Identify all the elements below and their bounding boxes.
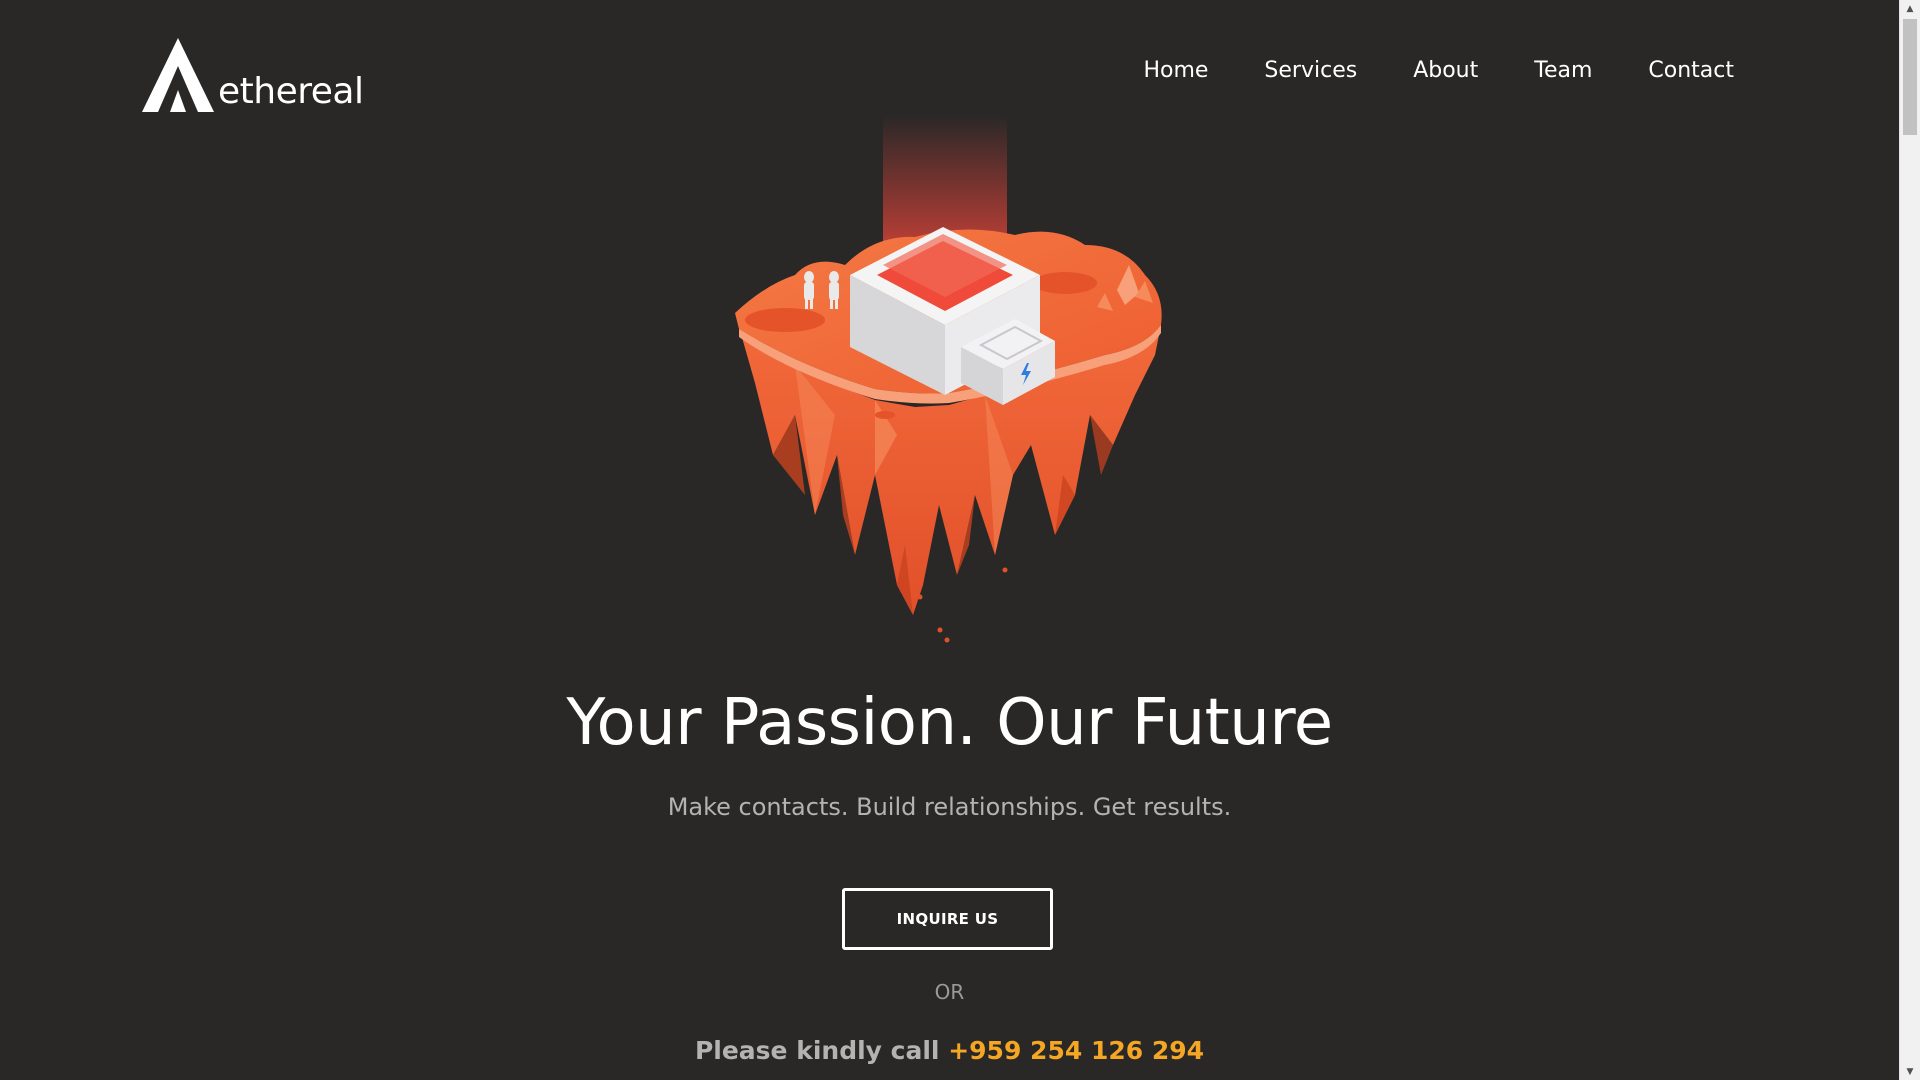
nav-home[interactable]: Home [1143,60,1208,82]
inquire-us-button[interactable]: INQUIRE US [842,888,1053,950]
main-nav: Home Services About Team Contact [1087,60,1734,82]
nav-services[interactable]: Services [1264,60,1357,82]
nav-about[interactable]: About [1413,60,1478,82]
viewport: ethereal Home Services About Team Contac… [0,0,1899,1080]
scroll-down-arrow-icon[interactable]: ▼ [1900,1063,1920,1080]
vertical-scrollbar[interactable]: ▲ ▼ [1899,0,1920,1080]
call-line: Please kindly call +959 254 126 294 [0,1038,1899,1063]
floating-island-illustration [735,115,1162,643]
ethereal-mountain-logo-icon [142,38,214,112]
or-separator: OR [934,980,965,1004]
call-prefix: Please kindly call [694,1036,940,1065]
page: ethereal Home Services About Team Contac… [0,0,1920,1080]
hero-title: Your Passion. Our Future [566,686,1333,760]
scroll-up-arrow-icon[interactable]: ▲ [1900,0,1920,17]
nav-contact[interactable]: Contact [1648,60,1734,82]
hero-subtitle: Make contacts. Build relationships. Get … [667,793,1232,821]
phone-link[interactable]: +959 254 126 294 [948,1036,1204,1065]
brand-logo[interactable]: ethereal [140,36,364,114]
nav-team[interactable]: Team [1534,60,1592,82]
scrollbar-thumb[interactable] [1903,19,1917,135]
brand-name: ethereal [218,71,364,112]
